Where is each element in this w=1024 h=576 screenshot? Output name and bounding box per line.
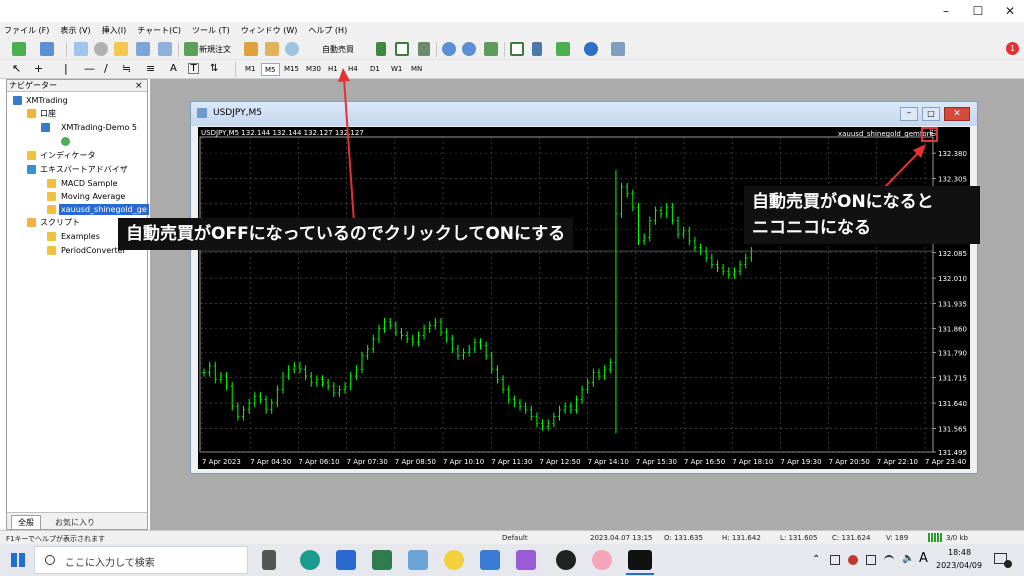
- windows-taskbar: ここに入力して検索 ⌃ 🔈 A 18:48 2023/04/09: [0, 544, 1024, 576]
- notification-center-badge: [1004, 560, 1012, 568]
- callout-auto-trading-off: 自動売買がOFFになっているのでクリックしてONにする: [118, 218, 574, 250]
- app-icon-pink[interactable]: [592, 550, 612, 570]
- status-high: H: 131.642: [722, 534, 761, 542]
- start-icon[interactable]: [11, 553, 25, 567]
- status-open: O: 131.635: [664, 534, 703, 542]
- arrow-to-auto-trading: [343, 77, 355, 223]
- xm-terminal-icon[interactable]: [628, 550, 652, 570]
- app-icon-arrow[interactable]: [480, 550, 500, 570]
- calculator-icon[interactable]: [372, 550, 392, 570]
- edge-icon[interactable]: [300, 550, 320, 570]
- status-traffic: 3/0 kb: [946, 534, 968, 542]
- battery-icon[interactable]: [866, 555, 876, 565]
- callout-auto-trading-on: 自動売買がONになると ニコニコになる: [744, 186, 980, 244]
- volume-icon[interactable]: 🔈: [902, 553, 914, 564]
- status-help: F1キーでヘルプが表示されます: [6, 535, 106, 543]
- taskbar-search-icon: [45, 555, 55, 565]
- arrow-head-auto-trading: [338, 68, 350, 82]
- tray-icon-2[interactable]: [848, 555, 858, 565]
- connection-icon: [928, 533, 942, 542]
- clock-time[interactable]: 18:48: [948, 548, 971, 557]
- ime-indicator[interactable]: A: [919, 551, 928, 566]
- active-app-indicator: [626, 573, 654, 575]
- status-datetime: 2023.04.07 13:15: [590, 534, 653, 542]
- taskbar-search-placeholder: ここに入力して検索: [65, 558, 155, 569]
- status-profile[interactable]: Default: [502, 534, 528, 542]
- status-close: C: 131.624: [832, 534, 871, 542]
- wifi-icon[interactable]: [884, 555, 894, 565]
- app-icon-yellow[interactable]: [444, 550, 464, 570]
- tray-icon-1[interactable]: [830, 555, 840, 565]
- app-icon-purple[interactable]: [516, 550, 536, 570]
- calendar-app-icon[interactable]: [336, 550, 356, 570]
- callout-on-line1: 自動売買がONになると: [752, 192, 934, 212]
- tray-chevron-icon[interactable]: ⌃: [812, 554, 820, 565]
- app-icon-blue[interactable]: [408, 550, 428, 570]
- arrow-to-ea-face: [883, 150, 921, 189]
- annotation-arrows: [338, 68, 926, 223]
- status-bar: F1キーでヘルプが表示されます Default 2023.04.07 13:15…: [0, 530, 1024, 544]
- app-icon-dark[interactable]: [556, 550, 576, 570]
- callout-on-line2: ニコニコになる: [752, 218, 871, 238]
- status-low: L: 131.605: [780, 534, 818, 542]
- clock-date[interactable]: 2023/04/09: [936, 561, 982, 570]
- task-view-icon[interactable]: [262, 550, 276, 570]
- status-volume: V: 189: [886, 534, 909, 542]
- taskbar-search[interactable]: ここに入力して検索: [34, 546, 248, 574]
